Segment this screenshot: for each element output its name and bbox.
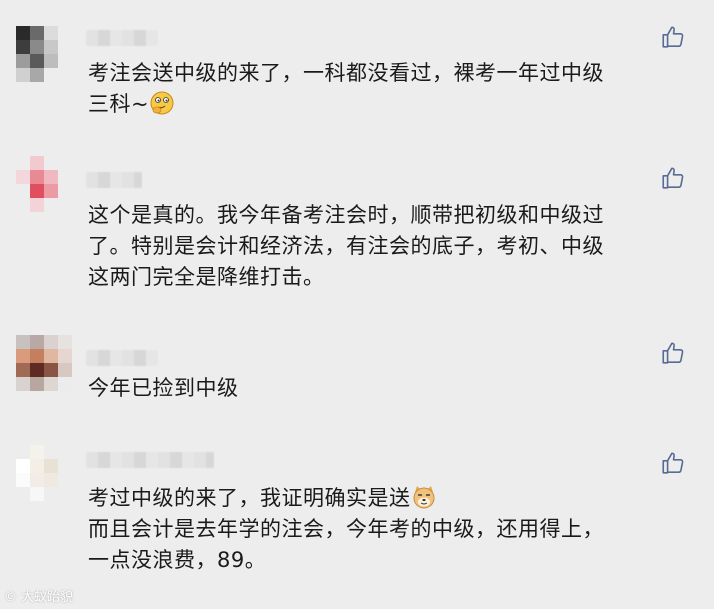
avatar-pixel bbox=[44, 198, 58, 212]
avatar-pixel bbox=[16, 198, 30, 212]
avatar-pixel bbox=[44, 68, 58, 82]
avatar-pixel bbox=[58, 459, 72, 473]
thinking-face-emoji bbox=[149, 90, 175, 116]
comment-line: 考过中级的来了，我证明确实是送 bbox=[88, 483, 690, 514]
avatar-pixel bbox=[30, 363, 44, 377]
avatar-pixel bbox=[58, 184, 72, 198]
avatar-pixel bbox=[58, 54, 72, 68]
avatar-pixel bbox=[30, 170, 44, 184]
avatar-pixel bbox=[30, 198, 44, 212]
comment-text: 考注会送中级的来了，一科都没看过，裸考一年过中级 三科~ bbox=[88, 58, 690, 120]
avatar-pixel bbox=[58, 26, 72, 40]
watermark-text: 大蚊跆貌 bbox=[21, 590, 74, 605]
avatar-pixel bbox=[58, 487, 72, 501]
avatar-pixel bbox=[16, 445, 30, 459]
avatar-pixel bbox=[44, 40, 58, 54]
avatar-pixel bbox=[44, 487, 58, 501]
thumbs-up-icon[interactable] bbox=[660, 450, 686, 476]
avatar-pixel bbox=[16, 26, 30, 40]
avatar-pixel bbox=[30, 487, 44, 501]
avatar-pixel bbox=[30, 156, 44, 170]
avatar-pixel bbox=[44, 335, 58, 349]
avatar-pixel bbox=[58, 473, 72, 487]
thumbs-up-icon[interactable] bbox=[660, 340, 686, 366]
comment-line: 了。特别是会计和经济法，有注会的底子，考初、中级 bbox=[88, 234, 604, 258]
avatar-pixel bbox=[44, 377, 58, 391]
avatar-pixel bbox=[58, 40, 72, 54]
avatar-pixel bbox=[58, 335, 72, 349]
avatar-pixel bbox=[44, 26, 58, 40]
username-blurred[interactable] bbox=[86, 350, 158, 366]
comment-line-text: 考过中级的来了，我证明确实是送 bbox=[88, 486, 411, 510]
avatar-pixel bbox=[30, 349, 44, 363]
avatar[interactable] bbox=[16, 26, 72, 82]
avatar-pixel bbox=[58, 349, 72, 363]
comment-line: 三科~ bbox=[88, 89, 690, 120]
avatar-pixel bbox=[44, 473, 58, 487]
avatar-pixel bbox=[30, 445, 44, 459]
comment-text: 考过中级的来了，我证明确实是送 而且会计是去年学的注会，今年考的中级，还用得上，… bbox=[88, 483, 690, 576]
avatar-pixel bbox=[16, 363, 30, 377]
avatar-pixel bbox=[16, 54, 30, 68]
comment-line: 考注会送中级的来了，一科都没看过，裸考一年过中级 bbox=[88, 61, 604, 85]
thumbs-up-icon[interactable] bbox=[660, 165, 686, 191]
avatar-pixel bbox=[44, 170, 58, 184]
avatar-pixel bbox=[58, 445, 72, 459]
comment-line: 今年已捡到中级 bbox=[88, 376, 239, 400]
thumbs-up-icon[interactable] bbox=[660, 24, 686, 50]
avatar[interactable] bbox=[16, 335, 72, 391]
avatar-pixel bbox=[16, 473, 30, 487]
comment-line: 这两门完全是降维打击。 bbox=[88, 265, 325, 289]
avatar-pixel bbox=[30, 68, 44, 82]
comment-line: 这个是真的。我今年备考注会时，顺带把初级和中级过 bbox=[88, 203, 604, 227]
avatar-pixel bbox=[16, 487, 30, 501]
username-blurred[interactable] bbox=[86, 172, 142, 188]
avatar-pixel bbox=[30, 335, 44, 349]
avatar-pixel bbox=[44, 445, 58, 459]
comment-line: 而且会计是去年学的注会，今年考的中级，还用得上， bbox=[88, 517, 604, 541]
avatar-pixel bbox=[16, 40, 30, 54]
avatar-pixel bbox=[30, 377, 44, 391]
comment-text: 这个是真的。我今年备考注会时，顺带把初级和中级过 了。特别是会计和经济法，有注会… bbox=[88, 200, 690, 293]
avatar-pixel bbox=[30, 40, 44, 54]
avatar-pixel bbox=[30, 184, 44, 198]
avatar-pixel bbox=[16, 68, 30, 82]
avatar-pixel bbox=[44, 459, 58, 473]
avatar-pixel bbox=[16, 459, 30, 473]
avatar-pixel bbox=[30, 473, 44, 487]
watermark: © 大蚊跆貌 bbox=[4, 586, 73, 605]
avatar-pixel bbox=[44, 363, 58, 377]
avatar-pixel bbox=[44, 156, 58, 170]
avatar-pixel bbox=[58, 156, 72, 170]
avatar-pixel bbox=[58, 170, 72, 184]
avatar-pixel bbox=[30, 54, 44, 68]
watermark-logo-icon: © bbox=[4, 590, 17, 605]
avatar-pixel bbox=[16, 170, 30, 184]
avatar-pixel bbox=[30, 459, 44, 473]
comment-line: 一点没浪费，89。 bbox=[88, 548, 267, 572]
avatar-pixel bbox=[58, 377, 72, 391]
avatar[interactable] bbox=[16, 156, 72, 212]
avatar-pixel bbox=[16, 377, 30, 391]
avatar-pixel bbox=[16, 349, 30, 363]
avatar[interactable] bbox=[16, 445, 72, 501]
username-blurred[interactable] bbox=[86, 30, 158, 46]
comment-line-text: 三科~ bbox=[88, 92, 150, 116]
comment-text: 今年已捡到中级 bbox=[88, 373, 690, 404]
doge-emoji bbox=[411, 484, 437, 510]
avatar-pixel bbox=[44, 54, 58, 68]
username-blurred[interactable] bbox=[86, 452, 214, 468]
avatar-pixel bbox=[16, 156, 30, 170]
avatar-pixel bbox=[16, 335, 30, 349]
avatar-pixel bbox=[58, 363, 72, 377]
avatar-pixel bbox=[58, 198, 72, 212]
avatar-pixel bbox=[16, 184, 30, 198]
avatar-pixel bbox=[58, 68, 72, 82]
avatar-pixel bbox=[44, 349, 58, 363]
avatar-pixel bbox=[44, 184, 58, 198]
avatar-pixel bbox=[30, 26, 44, 40]
